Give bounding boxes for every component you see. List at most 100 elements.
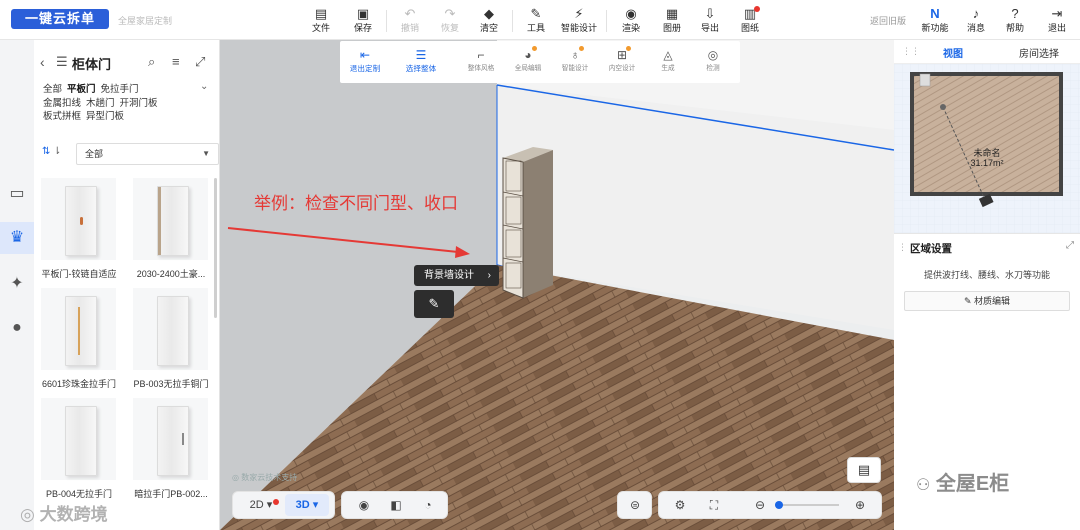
zoom-in-icon[interactable]: ⊕ (849, 492, 871, 518)
app-subtitle: 全屋家居定制 (118, 16, 173, 26)
filter-row: ⇅ ⇂ 全部 ▼ (39, 142, 219, 166)
product-card[interactable]: 6601珍珠金拉手门 (36, 284, 121, 394)
search-icon[interactable]: ⌕ (148, 54, 155, 70)
category-item[interactable]: 板式拼框 (43, 111, 81, 122)
right-panel: ⋮⋮ 视图 房间选择 未命名 31.17m² ⋮⋮ 区域设置 ⤢ 提供波打线、腰… (894, 40, 1080, 530)
left-rail: ▭ ♛ ✦ ● (0, 40, 34, 530)
user-icon[interactable]: ● (0, 312, 34, 344)
clear-button[interactable]: ◆ 清空 (469, 5, 509, 34)
fit-view-icon[interactable]: ⛶ (701, 492, 727, 518)
eraser-icon: ◆ (484, 6, 494, 21)
overall-style-button[interactable]: ⌐ 整体风格 (456, 47, 506, 74)
category-item[interactable]: 金属扣线 (43, 98, 81, 109)
camera-icon: ◉ (625, 6, 637, 21)
zoom-slider[interactable] (775, 504, 839, 506)
cube-icon[interactable]: ◧ (380, 492, 412, 518)
product-thumbnail (41, 398, 116, 480)
redo-icon: ↷ (444, 6, 456, 21)
sofa-icon[interactable]: ▭ (0, 178, 34, 210)
tab-room-select[interactable]: 房间选择 (1019, 45, 1059, 60)
bell-icon: ♪ (972, 6, 980, 21)
internal-design-button[interactable]: ⊞ 内空设计 (597, 47, 647, 74)
product-card[interactable]: PB-003无拉手铜门 (128, 284, 213, 394)
category-item[interactable]: 异型门板 (86, 111, 124, 122)
help-button[interactable]: ? 帮助 (995, 5, 1035, 34)
scrollbar[interactable] (214, 178, 217, 318)
expand-icon[interactable]: ⤢ (1066, 240, 1074, 251)
badge-dot (579, 46, 584, 51)
generate-button[interactable]: ◬ 生成 (643, 47, 693, 74)
redo-button[interactable]: ↷ 恢复 (430, 5, 470, 34)
edit-button[interactable]: ✎ (414, 290, 454, 318)
drag-handle-icon[interactable]: ⋮⋮ (902, 46, 920, 57)
lightning-icon: ⚡ (574, 6, 584, 21)
3d-viewport[interactable] (220, 40, 894, 530)
return-old-link[interactable]: 返回旧版 (870, 14, 906, 27)
top-toolbar: 一键云拆单 全屋家居定制 ▤ 文件 ▣ 保存 ↶ 撤销 ↷ 恢复 ◆ 清空 ✎ 工具 ⚡ 智能… (0, 0, 1080, 40)
new-badge-icon: N (930, 6, 940, 21)
file-icon: ▤ (314, 6, 328, 21)
mode-3d-button[interactable]: 3D ▾ (285, 494, 329, 516)
product-grid: 平板门-铰链自适应 2030-2400土豪... 6601珍珠金拉手门 PB-0… (34, 174, 220, 530)
tech-support-note: ◎ 数家云技术支持 (232, 473, 298, 482)
view-tabs: ⋮⋮ 视图 房间选择 (894, 40, 1080, 64)
divider (386, 10, 387, 32)
product-card[interactable]: PB-004无拉手门 (36, 394, 121, 504)
product-card[interactable]: 平板门-铰链自适应 (36, 174, 121, 284)
logout-button[interactable]: ⇥ 退出 (1037, 5, 1077, 34)
wechat-logo-icon: ◎ (20, 505, 35, 524)
check-button[interactable]: ◎ 检测 (688, 47, 738, 74)
new-feature-button[interactable]: N 新功能 (915, 5, 955, 34)
global-edit-button[interactable]: ◕ 全局编辑 (503, 47, 553, 74)
zoom-out-icon[interactable]: ⊖ (749, 492, 771, 518)
category-item[interactable]: 开洞门板 (120, 98, 158, 109)
category-item-selected[interactable]: 平板门 (67, 84, 96, 95)
tools-button[interactable]: ✎ 工具 (516, 5, 556, 34)
exit-custom-button[interactable]: ⇤ 退出定制 (340, 47, 390, 74)
crown-icon[interactable]: ♛ (0, 222, 34, 254)
help-icon: ? (1011, 6, 1019, 21)
product-card[interactable]: 2030-2400土豪... (128, 174, 213, 284)
app-logo[interactable]: 一键云拆单 (11, 9, 109, 29)
model-icon[interactable]: ✦ (0, 268, 34, 300)
gauge-icon[interactable]: ◔ (412, 492, 444, 518)
album-button[interactable]: ▦ 图册 (652, 5, 692, 34)
eye-icon[interactable]: ◉ (348, 492, 380, 518)
select-all-button[interactable]: ☰ 选择整体 (396, 47, 446, 74)
category-item[interactable]: 全部 (43, 84, 62, 95)
back-icon[interactable]: ‹ (40, 54, 45, 70)
undo-button[interactable]: ↶ 撤销 (390, 5, 430, 34)
render-button[interactable]: ◉ 渲染 (611, 5, 651, 34)
category-item[interactable]: 木趟门 (86, 98, 115, 109)
mode-2d-button[interactable]: 2D ▾ (241, 492, 281, 518)
smart-design-sub-button[interactable]: ♁ 智能设计 (550, 47, 600, 74)
tab-view[interactable]: 视图 (943, 45, 963, 60)
pencil-icon: ✎ (428, 296, 440, 311)
chevron-down-icon[interactable]: ⌄ (200, 81, 208, 92)
clipboard-icon: ▤ (857, 462, 871, 477)
camera-settings-icon[interactable]: ⚙ (667, 492, 693, 518)
zoom-slider-handle[interactable] (775, 501, 783, 509)
messages-button[interactable]: ♪ 消息 (956, 5, 996, 34)
expand-icon[interactable]: ⤢ (195, 54, 205, 70)
file-button[interactable]: ▤ 文件 (301, 5, 341, 34)
bulb-icon: ♁ (570, 48, 580, 62)
product-card[interactable]: 暗拉手门PB-002... (128, 394, 213, 504)
filter-icon[interactable]: ≡ (172, 54, 180, 69)
category-item[interactable]: 免拉手门 (101, 84, 139, 95)
category-select[interactable]: 全部 ▼ (76, 143, 219, 165)
drawings-button[interactable]: ▥ 图纸 (730, 5, 770, 34)
tall-cabinet[interactable] (502, 147, 553, 299)
floor-minimap[interactable]: 未命名 31.17m² (894, 64, 1080, 236)
sort-icon[interactable]: ⇅ ⇂ (42, 146, 62, 157)
material-edit-button[interactable]: ✎ 材质编辑 (904, 291, 1070, 311)
sub-toolbar: ⇤ 退出定制 ☰ 选择整体 ⌐ 整体风格 ◕ 全局编辑 ♁ 智能设计 ⊞ 内空设计 ◬ 生成 … (340, 41, 740, 83)
smart-design-button[interactable]: ⚡ 智能设计 (557, 5, 601, 34)
toggle-settings-icon[interactable]: ⊜ (620, 492, 650, 518)
chevron-right-icon: › (487, 270, 491, 281)
watermark-left: ◎ 大数跨境 (20, 505, 108, 524)
clipboard-button[interactable]: ▤ (847, 457, 881, 483)
save-button[interactable]: ▣ 保存 (343, 5, 383, 34)
background-wall-design-button[interactable]: 背景墙设计 › (414, 265, 499, 286)
export-button[interactable]: ⇩ 导出 (690, 5, 730, 34)
